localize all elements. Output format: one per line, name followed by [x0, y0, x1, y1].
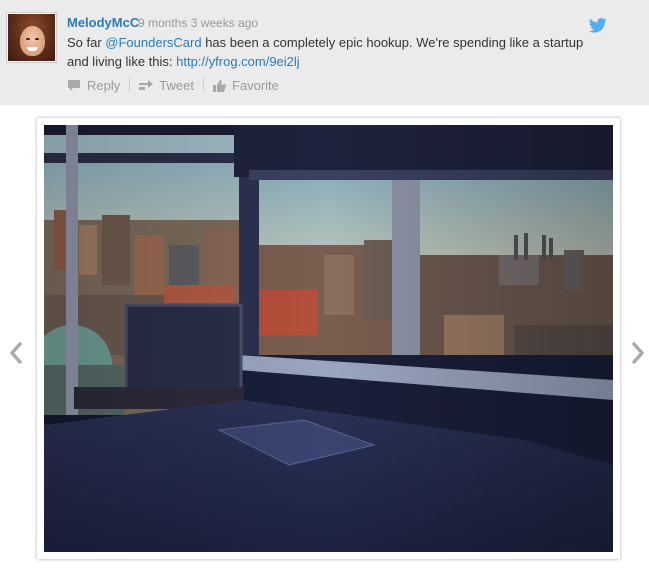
favorite-label: Favorite: [231, 77, 279, 93]
avatar-eye-right: [35, 38, 39, 40]
avatar-face: [20, 26, 45, 56]
action-divider: [129, 78, 131, 92]
tweet-photo[interactable]: [44, 125, 613, 552]
avatar-eye-left: [26, 38, 30, 40]
favorite-button[interactable]: Favorite: [212, 77, 279, 93]
chevron-right-icon[interactable]: [630, 342, 646, 364]
thumbs-up-icon: [212, 79, 226, 92]
tweet-text-prefix: So far: [67, 35, 106, 50]
photo-vignette: [44, 125, 613, 552]
tweet-timestamp[interactable]: 9 months 3 weeks ago: [138, 16, 258, 30]
avatar[interactable]: [7, 13, 56, 62]
reply-icon: [68, 79, 80, 91]
mention-link[interactable]: @FoundersCard: [105, 35, 201, 50]
reply-button[interactable]: Reply: [67, 78, 120, 93]
retweet-icon: [139, 80, 154, 90]
tweet-label: Tweet: [159, 77, 194, 93]
retweet-button[interactable]: Tweet: [139, 78, 194, 93]
action-divider: [202, 78, 204, 92]
tweet-actions: Reply Tweet Favorite: [67, 76, 279, 94]
tweet-url-link[interactable]: http://yfrog.com/9ei2lj: [176, 54, 300, 69]
chevron-left-icon[interactable]: [8, 342, 24, 364]
username-link[interactable]: MelodyMcC: [67, 15, 139, 30]
tweet-text: So far @FoundersCard has been a complete…: [67, 33, 587, 71]
photo-frame: [37, 118, 620, 559]
tweet-card: MelodyMcC 9 months 3 weeks ago So far @F…: [0, 0, 649, 105]
twitter-bird-icon[interactable]: [589, 18, 607, 33]
reply-label: Reply: [87, 77, 121, 93]
